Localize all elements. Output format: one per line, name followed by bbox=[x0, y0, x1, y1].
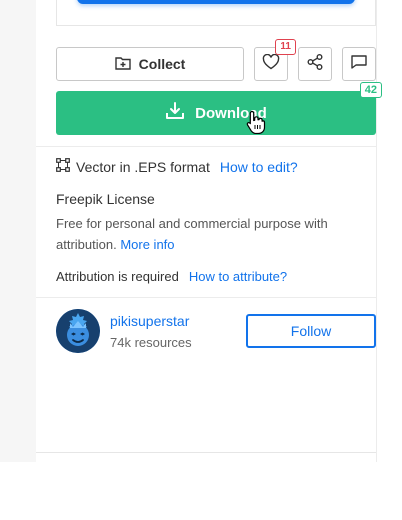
action-row: Collect 11 bbox=[56, 39, 376, 81]
author-name[interactable]: pikisuperstar bbox=[110, 313, 189, 329]
attribution-text: Attribution is required bbox=[56, 269, 179, 284]
license-description: Free for personal and commercial purpose… bbox=[56, 213, 356, 255]
section-divider bbox=[36, 297, 376, 298]
how-to-edit-link[interactable]: How to edit? bbox=[220, 159, 298, 175]
vector-format-icon bbox=[56, 158, 70, 175]
format-text: Vector in .EPS format bbox=[76, 158, 210, 175]
license-description-text: Free for personal and commercial purpose… bbox=[56, 216, 328, 252]
comment-button[interactable] bbox=[342, 47, 376, 81]
avatar[interactable] bbox=[56, 309, 100, 353]
bottom-divider bbox=[36, 452, 376, 453]
download-icon bbox=[165, 102, 185, 124]
hand-cursor-icon bbox=[246, 110, 266, 139]
license-title: Freepik License bbox=[56, 191, 155, 207]
right-gutter bbox=[376, 0, 402, 462]
collect-label: Collect bbox=[138, 56, 186, 72]
share-button[interactable] bbox=[298, 47, 332, 81]
attribution-row: Attribution is required How to attribute… bbox=[56, 269, 287, 284]
collect-button[interactable]: Collect bbox=[56, 47, 244, 81]
share-icon bbox=[306, 53, 324, 76]
format-row: Vector in .EPS format How to edit? bbox=[56, 158, 298, 175]
comment-icon bbox=[350, 54, 368, 75]
left-gutter bbox=[0, 0, 36, 462]
author-resources: 74k resources bbox=[110, 335, 192, 350]
download-count-badge: 42 bbox=[359, 82, 382, 98]
heart-icon bbox=[262, 53, 280, 75]
folder-plus-icon bbox=[114, 56, 131, 73]
section-divider bbox=[36, 146, 376, 147]
how-to-attribute-link[interactable]: How to attribute? bbox=[189, 269, 287, 284]
like-button[interactable]: 11 bbox=[254, 39, 296, 81]
more-info-link[interactable]: More info bbox=[120, 237, 174, 252]
download-button[interactable]: Download 42 bbox=[56, 82, 382, 135]
preview-card-bottom bbox=[56, 0, 376, 26]
follow-button[interactable]: Follow bbox=[246, 314, 376, 348]
preview-button-edge[interactable] bbox=[77, 0, 355, 4]
likes-count-badge: 11 bbox=[275, 39, 296, 55]
